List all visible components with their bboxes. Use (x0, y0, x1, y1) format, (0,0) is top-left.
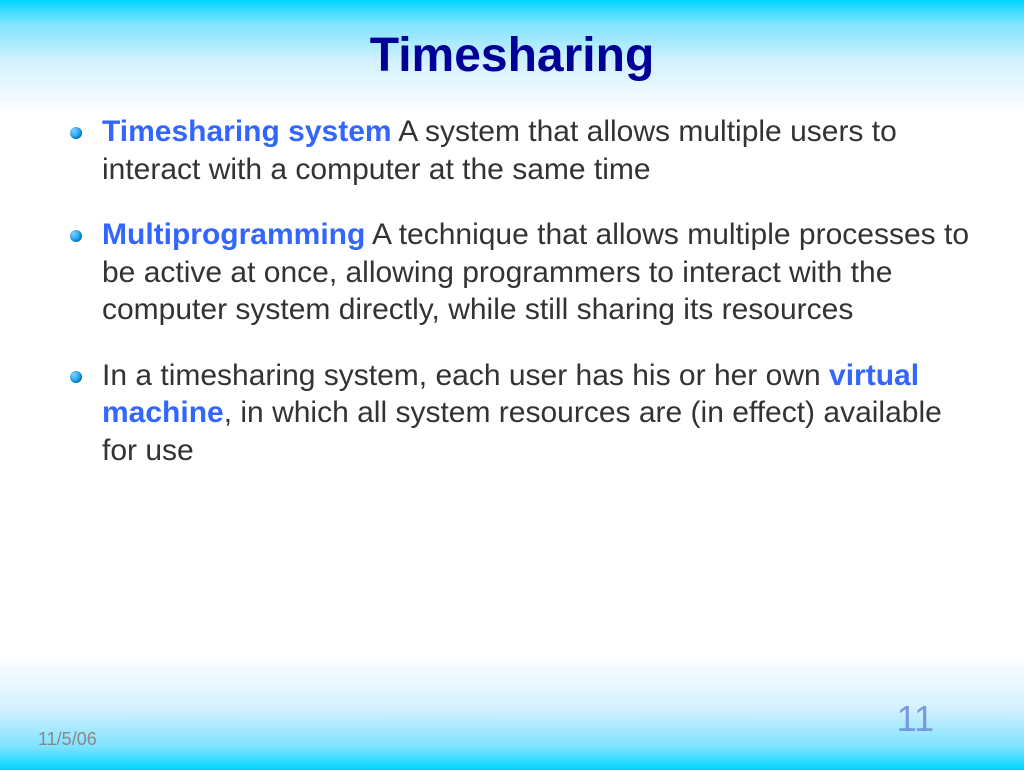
bullet-item: Timesharing system A system that allows … (70, 113, 974, 188)
bullet-text: In a timesharing system, each user has h… (102, 357, 974, 470)
bullet-item: In a timesharing system, each user has h… (70, 357, 974, 470)
suffix-text: , in which all system resources are (in … (102, 396, 942, 467)
bullet-text: Multiprogramming A technique that allows… (102, 216, 974, 329)
bullet-item: Multiprogramming A technique that allows… (70, 216, 974, 329)
slide-content: Timesharing system A system that allows … (0, 113, 1024, 469)
page-number: 11 (897, 698, 934, 740)
bullet-icon (70, 127, 82, 139)
slide-title: Timesharing (0, 0, 1024, 113)
bullet-icon (70, 371, 82, 383)
bullet-icon (70, 230, 82, 242)
term-multiprogramming: Multiprogramming (102, 218, 365, 251)
prefix-text: In a timesharing system, each user has h… (102, 359, 829, 392)
bullet-text: Timesharing system A system that allows … (102, 113, 974, 188)
term-timesharing: Timesharing system (102, 115, 392, 148)
footer-date: 11/5/06 (38, 729, 97, 750)
